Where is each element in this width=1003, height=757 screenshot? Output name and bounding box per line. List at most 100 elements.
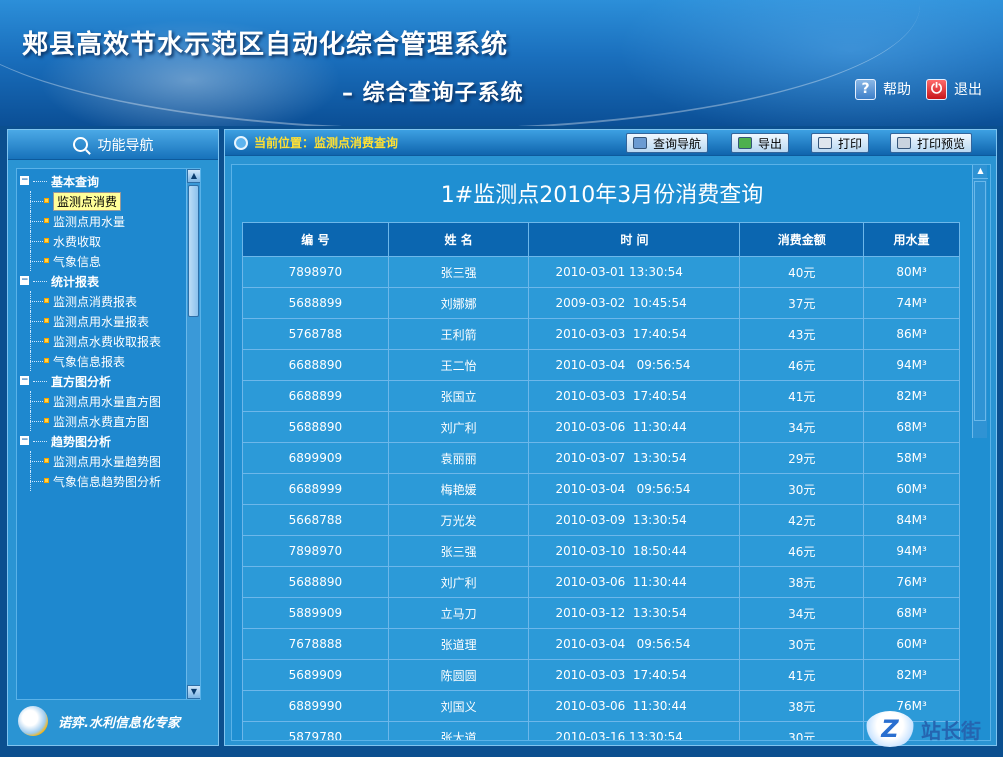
- watermark-text: 站长街: [921, 718, 981, 743]
- nav-item[interactable]: 气象信息: [17, 251, 200, 271]
- printer-icon: [818, 137, 832, 149]
- tree-line: [30, 481, 43, 482]
- nav-item[interactable]: 监测点用水量: [17, 211, 200, 231]
- nav-group-label: 直方图分析: [51, 374, 112, 389]
- nav-item[interactable]: 水费收取: [17, 231, 200, 251]
- bullet-icon: [44, 218, 49, 223]
- nav-item[interactable]: 监测点消费: [17, 191, 200, 211]
- nav-group[interactable]: 统计报表: [17, 271, 200, 291]
- query-nav-button[interactable]: 查询导航: [626, 133, 709, 153]
- logo-text: 诺弈.水利信息化专家: [58, 715, 180, 731]
- table-row: 6688890 王二怡 2010-03-04 09:56:54 46元 94M³: [242, 349, 960, 381]
- exit-button[interactable]: ⏻ 退出: [926, 77, 982, 101]
- bullet-icon: [44, 238, 49, 243]
- nav-group[interactable]: 基本查询: [17, 171, 200, 191]
- cell-id: 5688890: [242, 411, 389, 443]
- nav-item[interactable]: 气象信息趋势图分析: [17, 471, 200, 491]
- collapse-toggle-icon[interactable]: [20, 436, 29, 445]
- print-label: 打印: [838, 136, 863, 151]
- nav-scrollbar[interactable]: ▲ ▼: [186, 169, 200, 699]
- nav-item-label: 监测点水费直方图: [53, 414, 150, 429]
- print-button[interactable]: 打印: [811, 133, 870, 153]
- scroll-thumb[interactable]: [974, 181, 986, 421]
- export-icon: [738, 137, 752, 149]
- app-title: 郏县高效节水示范区自动化综合管理系统: [22, 30, 509, 60]
- nav-item-label: 监测点用水量: [53, 214, 126, 229]
- table-row: 5668788 万光发 2010-03-09 13:30:54 42元 84M³: [242, 504, 960, 536]
- cell-amount: 40元: [739, 256, 865, 288]
- nav-item-label: 气象信息趋势图分析: [53, 474, 162, 489]
- collapse-toggle-icon[interactable]: [20, 276, 29, 285]
- app-subtitle: – 综合查询子系统: [342, 81, 524, 106]
- cell-amount: 29元: [739, 442, 865, 474]
- nav-item[interactable]: 监测点消费报表: [17, 291, 200, 311]
- help-button[interactable]: ? 帮助: [855, 77, 911, 101]
- cell-water: 86M³: [863, 318, 960, 350]
- cell-water: 68M³: [863, 597, 960, 629]
- cloud-logo-icon: Z: [865, 711, 915, 747]
- tree-line: [30, 461, 43, 462]
- table-row: 7898970 张三强 2010-03-01 13:30:54 40元 80M³: [242, 256, 960, 288]
- power-icon: ⏻: [926, 78, 947, 100]
- tree-line: [30, 201, 43, 202]
- nav-group[interactable]: 趋势图分析: [17, 431, 200, 451]
- cell-time: 2010-03-10 18:50:44: [528, 535, 741, 567]
- nav-group[interactable]: 直方图分析: [17, 371, 200, 391]
- table-row: 6899909 袁丽丽 2010-03-07 13:30:54 29元 58M³: [242, 442, 960, 474]
- collapse-toggle-icon[interactable]: [20, 376, 29, 385]
- app-header: 郏县高效节水示范区自动化综合管理系统 – 综合查询子系统 ? 帮助 ⏻ 退出: [0, 0, 1003, 126]
- nav-title: 功能导航: [97, 137, 154, 154]
- tree-line: [30, 241, 43, 242]
- cell-water: 68M³: [863, 411, 960, 443]
- scroll-up-icon[interactable]: ▲: [187, 169, 200, 183]
- col-time-header: 时 间: [528, 222, 741, 257]
- export-label: 导出: [758, 136, 783, 151]
- company-logo: 诺弈.水利信息化专家: [18, 704, 208, 738]
- cell-time: 2010-03-06 11:30:44: [528, 690, 741, 722]
- cell-name: 王二怡: [387, 349, 530, 381]
- nav-item-label: 气象信息: [53, 254, 102, 269]
- cell-name: 袁丽丽: [387, 442, 530, 474]
- nav-item[interactable]: 监测点用水量报表: [17, 311, 200, 331]
- cell-id: 6688899: [242, 380, 389, 412]
- nav-item[interactable]: 监测点用水量直方图: [17, 391, 200, 411]
- tree-line: [30, 421, 43, 422]
- cell-amount: 30元: [739, 721, 865, 740]
- cell-id: 5689909: [242, 659, 389, 691]
- nav-tree: 基本查询监测点消费监测点用水量水费收取气象信息统计报表监测点消费报表监测点用水量…: [16, 168, 201, 700]
- cell-amount: 46元: [739, 349, 865, 381]
- cell-amount: 46元: [739, 535, 865, 567]
- cell-water: 82M³: [863, 380, 960, 412]
- print-preview-button[interactable]: 打印预览: [890, 133, 973, 153]
- nav-item[interactable]: 气象信息报表: [17, 351, 200, 371]
- col-name-header: 姓 名: [387, 222, 530, 257]
- consumption-table: 编 号 姓 名 时 间 消费金额 用水量 7898970 张三强 2010-03-0…: [242, 222, 960, 740]
- nav-item[interactable]: 监测点水费收取报表: [17, 331, 200, 351]
- cell-time: 2009-03-02 10:45:54: [528, 287, 741, 319]
- scroll-thumb[interactable]: [188, 185, 199, 317]
- cell-name: 梅艳媛: [387, 473, 530, 505]
- nav-item-label: 监测点消费报表: [53, 294, 138, 309]
- cell-time: 2010-03-03 17:40:54: [528, 659, 741, 691]
- breadcrumb: 当前位置：监测点消费查询: [254, 136, 399, 150]
- bullet-icon: [44, 298, 49, 303]
- nav-item[interactable]: 监测点水费直方图: [17, 411, 200, 431]
- cell-id: 6889990: [242, 690, 389, 722]
- query-nav-label: 查询导航: [653, 136, 702, 151]
- help-label: 帮助: [883, 82, 911, 98]
- cell-name: 张国立: [387, 380, 530, 412]
- nav-item[interactable]: 监测点用水量趋势图: [17, 451, 200, 471]
- cell-time: 2010-03-04 09:56:54: [528, 473, 741, 505]
- cell-amount: 30元: [739, 628, 865, 660]
- query-icon: [633, 137, 647, 149]
- nav-item-label: 气象信息报表: [53, 354, 126, 369]
- scroll-down-icon[interactable]: ▼: [187, 685, 200, 699]
- cell-time: 2010-03-03 17:40:54: [528, 318, 741, 350]
- scroll-up-icon[interactable]: ▲: [973, 165, 988, 179]
- export-button[interactable]: 导出: [731, 133, 790, 153]
- nav-item-label: 水费收取: [53, 234, 102, 249]
- collapse-toggle-icon[interactable]: [20, 176, 29, 185]
- cell-name: 刘广利: [387, 411, 530, 443]
- content-scrollbar[interactable]: ▲: [972, 165, 988, 438]
- tree-line: [30, 361, 43, 362]
